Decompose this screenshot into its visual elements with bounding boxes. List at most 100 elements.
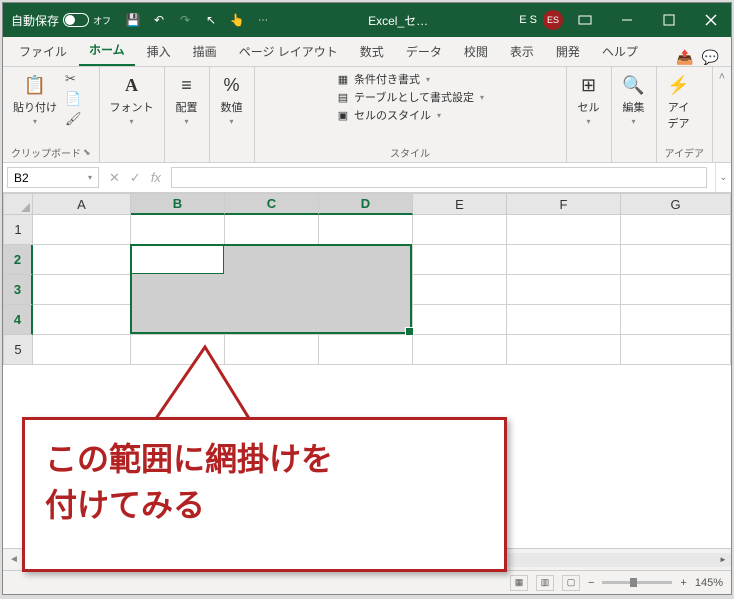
zoom-value[interactable]: 145% <box>695 577 723 589</box>
tab-draw[interactable]: 描画 <box>183 37 227 66</box>
cell[interactable] <box>319 335 413 365</box>
column-header[interactable]: G <box>621 193 731 215</box>
cell[interactable] <box>319 275 413 305</box>
name-box[interactable]: B2 ▾ <box>7 167 99 188</box>
cell[interactable] <box>225 215 319 245</box>
close-icon[interactable] <box>691 3 731 37</box>
conditional-format-button[interactable]: ▦ 条件付き書式▾ <box>336 71 484 87</box>
tab-formulas[interactable]: 数式 <box>350 37 394 66</box>
copy-icon[interactable]: 📄 <box>65 91 81 107</box>
alignment-button[interactable]: ≡ 配置 ▾ <box>173 71 201 128</box>
row-header[interactable]: 3 <box>3 275 33 305</box>
cell[interactable] <box>225 275 319 305</box>
cell[interactable] <box>413 305 507 335</box>
column-header[interactable]: B <box>131 193 225 215</box>
chevron-down-icon[interactable]: ▾ <box>88 173 92 182</box>
tab-insert[interactable]: 挿入 <box>137 37 181 66</box>
column-header[interactable]: C <box>225 193 319 215</box>
cell[interactable] <box>507 215 621 245</box>
ideas-button[interactable]: ⚡ アイ デア <box>665 71 693 133</box>
tab-view[interactable]: 表示 <box>500 37 544 66</box>
cell[interactable] <box>131 305 225 335</box>
avatar[interactable]: ES <box>543 10 563 30</box>
format-painter-icon[interactable]: 🖌 <box>65 111 81 127</box>
row-header[interactable]: 4 <box>3 305 33 335</box>
maximize-icon[interactable] <box>649 3 689 37</box>
autosave-toggle[interactable]: 自動保存 オフ <box>3 12 119 29</box>
tab-data[interactable]: データ <box>396 37 452 66</box>
cell[interactable] <box>33 215 131 245</box>
zoom-slider[interactable] <box>602 581 672 584</box>
column-header[interactable]: F <box>507 193 621 215</box>
share-icon[interactable]: 📤 <box>676 49 693 66</box>
cancel-icon[interactable]: ✕ <box>109 170 120 186</box>
redo-icon[interactable]: ↷ <box>177 12 193 28</box>
column-header[interactable]: D <box>319 193 413 215</box>
cell[interactable] <box>131 245 225 275</box>
cursor-icon[interactable]: ↖ <box>203 12 219 28</box>
font-button[interactable]: A フォント ▾ <box>108 71 156 128</box>
cell[interactable] <box>413 275 507 305</box>
tab-developer[interactable]: 開発 <box>546 37 590 66</box>
cell[interactable] <box>413 215 507 245</box>
cell[interactable] <box>507 335 621 365</box>
tab-file[interactable]: ファイル <box>9 37 77 66</box>
tab-help[interactable]: ヘルプ <box>592 37 648 66</box>
cell[interactable] <box>33 305 131 335</box>
cell[interactable] <box>225 245 319 275</box>
row-header[interactable]: 5 <box>3 335 33 365</box>
scroll-right-icon[interactable]: ► <box>715 553 731 567</box>
normal-view-icon[interactable]: ▦ <box>510 575 528 591</box>
table-format-button[interactable]: ▤ テーブルとして書式設定▾ <box>336 89 484 105</box>
ribbon-display-icon[interactable] <box>565 3 605 37</box>
cell[interactable] <box>319 245 413 275</box>
cell[interactable] <box>621 335 731 365</box>
collapse-ribbon-icon[interactable]: ˄ <box>713 67 731 162</box>
cell[interactable] <box>33 245 131 275</box>
zoom-out-icon[interactable]: − <box>588 577 594 589</box>
cell[interactable] <box>413 335 507 365</box>
confirm-icon[interactable]: ✓ <box>130 170 141 186</box>
editing-button[interactable]: 🔍 編集 ▾ <box>620 71 648 128</box>
number-button[interactable]: % 数値 ▾ <box>218 71 246 128</box>
touch-icon[interactable]: 👆 <box>229 12 245 28</box>
fx-icon[interactable]: fx <box>151 170 161 185</box>
page-layout-view-icon[interactable]: ▥ <box>536 575 554 591</box>
cell[interactable] <box>319 305 413 335</box>
save-icon[interactable]: 💾 <box>125 12 141 28</box>
cell[interactable] <box>131 275 225 305</box>
overflow-icon[interactable]: ⋯ <box>255 12 271 28</box>
cell[interactable] <box>131 215 225 245</box>
cell[interactable] <box>621 275 731 305</box>
cells-button[interactable]: ⊞ セル ▾ <box>575 71 603 128</box>
cell[interactable] <box>319 215 413 245</box>
formula-input[interactable] <box>171 167 707 188</box>
minimize-icon[interactable] <box>607 3 647 37</box>
paste-button[interactable]: 📋 貼り付け ▾ <box>11 71 59 128</box>
zoom-in-icon[interactable]: + <box>680 577 686 589</box>
undo-icon[interactable]: ↶ <box>151 12 167 28</box>
cell[interactable] <box>621 305 731 335</box>
sheet-prev-icon[interactable]: ◄ <box>9 554 19 565</box>
tab-page-layout[interactable]: ページ レイアウト <box>229 37 348 66</box>
cell[interactable] <box>507 245 621 275</box>
column-header[interactable]: E <box>413 193 507 215</box>
cell[interactable] <box>225 305 319 335</box>
tab-home[interactable]: ホーム <box>79 35 135 66</box>
cell[interactable] <box>413 245 507 275</box>
cell[interactable] <box>33 335 131 365</box>
cell[interactable] <box>621 215 731 245</box>
row-header[interactable]: 1 <box>3 215 33 245</box>
comments-icon[interactable]: 💬 <box>702 49 719 66</box>
page-break-view-icon[interactable]: ▢ <box>562 575 580 591</box>
select-all-corner[interactable] <box>3 193 33 215</box>
cell[interactable] <box>507 305 621 335</box>
cell-styles-button[interactable]: ▣ セルのスタイル▾ <box>336 107 484 123</box>
cell[interactable] <box>33 275 131 305</box>
cell[interactable] <box>507 275 621 305</box>
column-header[interactable]: A <box>33 193 131 215</box>
row-header[interactable]: 2 <box>3 245 33 275</box>
tab-review[interactable]: 校閲 <box>454 37 498 66</box>
dialog-launcher-icon[interactable]: ⬊ <box>83 147 91 158</box>
cell[interactable] <box>621 245 731 275</box>
